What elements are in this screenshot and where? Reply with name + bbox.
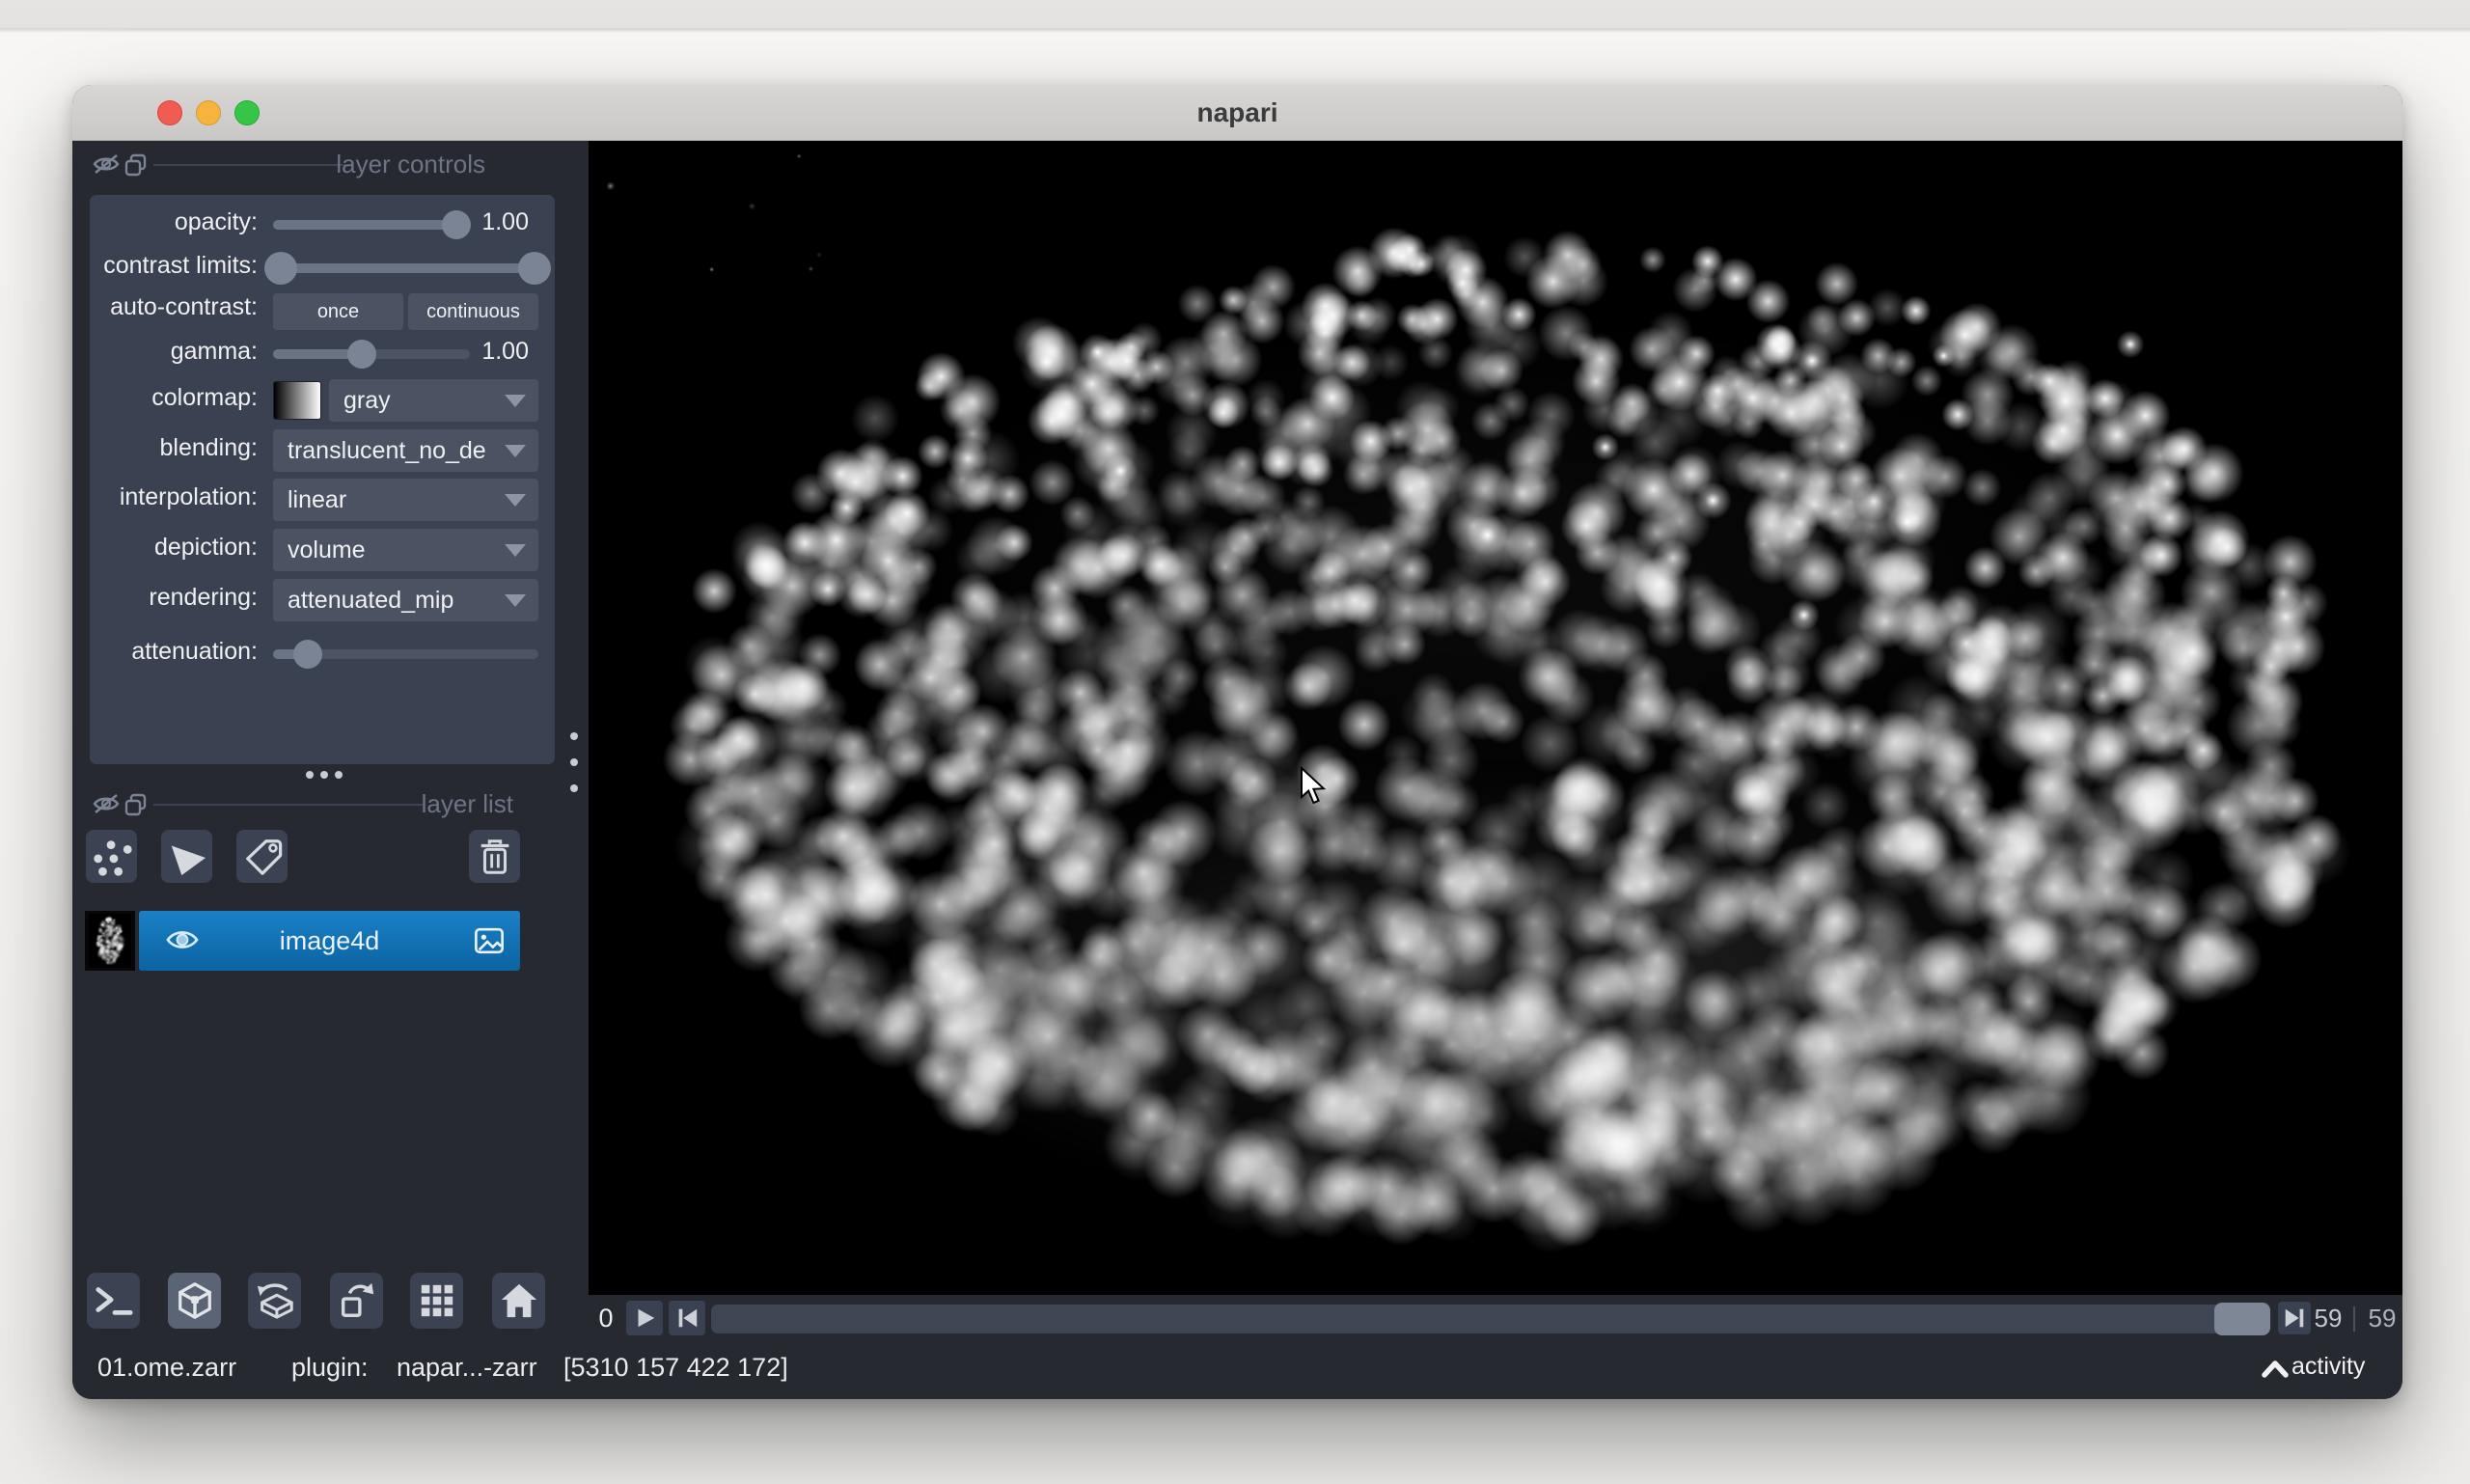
home-button[interactable] — [492, 1273, 545, 1329]
auto-contrast-once-button[interactable]: once — [273, 293, 403, 330]
grid-icon — [421, 1284, 453, 1317]
layer-thumbnail — [85, 911, 135, 971]
dim-current-frame[interactable]: 59 — [2307, 1304, 2349, 1333]
trash-icon — [480, 838, 508, 874]
shapes-icon — [171, 845, 206, 875]
new-shapes-layer-button[interactable] — [161, 830, 212, 883]
skip-start-icon — [678, 1308, 698, 1328]
blending-dropdown[interactable]: translucent_no_de — [273, 429, 538, 472]
play-button[interactable] — [626, 1301, 663, 1335]
chevron-down-icon — [505, 445, 526, 457]
auto-contrast-continuous-button[interactable]: continuous — [408, 293, 538, 330]
gamma-slider[interactable] — [273, 339, 470, 370]
console-icon — [95, 1287, 133, 1315]
gamma-label: gamma: — [170, 338, 258, 365]
contrast-limits-slider[interactable] — [264, 252, 551, 285]
contrast-low-handle[interactable] — [264, 252, 298, 285]
float-panel-icon[interactable] — [124, 153, 148, 177]
dim-slider-thumb[interactable] — [2214, 1303, 2270, 1335]
ndisplay-cube-icon — [178, 1282, 211, 1319]
opacity-label: opacity: — [174, 208, 258, 235]
layer-controls-title: layer controls — [336, 150, 485, 179]
opacity-handle[interactable] — [441, 210, 471, 239]
window-title: napari — [1196, 97, 1278, 127]
dim-frame-divider — [2353, 1306, 2355, 1332]
layer-list-title: layer list — [421, 789, 513, 818]
skip-to-end-button[interactable] — [2278, 1302, 2311, 1334]
viewer-canvas[interactable] — [589, 141, 2402, 1295]
layer-selection-highlight[interactable]: image4d — [139, 911, 520, 971]
hide-panel-icon[interactable] — [92, 152, 121, 176]
gamma-handle[interactable] — [346, 340, 376, 369]
attenuation-slider[interactable] — [273, 639, 538, 670]
auto-contrast-label: auto-contrast: — [110, 293, 258, 320]
interpolation-label: interpolation: — [119, 483, 258, 510]
blending-label: blending: — [159, 434, 258, 461]
opacity-slider[interactable] — [273, 209, 471, 240]
home-icon — [501, 1283, 536, 1318]
skip-end-icon — [2285, 1308, 2304, 1328]
opacity-value: 1.00 — [481, 208, 529, 235]
napari-window: napari layer controls opacity: 1.00 cont… — [72, 85, 2402, 1399]
dim-total-frames: 59 — [2368, 1304, 2397, 1333]
rendering-label: rendering: — [149, 584, 258, 611]
chevron-up-icon[interactable] — [2261, 1359, 2290, 1380]
toggle-ndisplay-button[interactable] — [168, 1273, 221, 1329]
rendering-dropdown[interactable]: attenuated_mip — [273, 579, 538, 621]
skip-to-start-button[interactable] — [669, 1301, 705, 1335]
status-layer-name: 01.ome.zarr — [97, 1353, 237, 1382]
labels-tag-icon — [245, 838, 282, 875]
transpose-dimensions-button[interactable] — [330, 1273, 383, 1329]
console-button[interactable] — [87, 1273, 140, 1329]
interpolation-value: linear — [288, 486, 347, 513]
titlebar: napari — [72, 85, 2402, 141]
attenuation-label: attenuation: — [131, 638, 258, 665]
layer-name: image4d — [279, 926, 380, 955]
depiction-label: depiction: — [153, 534, 258, 561]
attenuation-handle[interactable] — [292, 640, 322, 669]
image-layer-type-icon — [474, 926, 505, 955]
transpose-icon — [341, 1282, 373, 1317]
hide-panel-icon[interactable] — [92, 792, 121, 815]
status-plugin-label: plugin: — [291, 1353, 369, 1382]
float-panel-icon[interactable] — [124, 793, 148, 816]
chevron-down-icon — [505, 544, 526, 557]
layer-row-image4d[interactable]: image4d — [85, 911, 520, 971]
activity-toggle[interactable]: activity — [2292, 1353, 2365, 1381]
app-content: layer controls opacity: 1.00 contrast li… — [72, 141, 2402, 1399]
blending-value: translucent_no_de — [288, 437, 486, 464]
rendering-value: attenuated_mip — [288, 587, 454, 614]
new-labels-layer-button[interactable] — [236, 830, 288, 883]
play-icon — [638, 1308, 655, 1328]
dim-slider-track[interactable] — [711, 1303, 2270, 1335]
mouse-cursor — [1301, 766, 1327, 805]
colormap-gradient-swatch — [273, 381, 321, 420]
chevron-down-icon — [505, 594, 526, 607]
chevron-down-icon — [505, 395, 526, 407]
points-icon — [93, 839, 132, 876]
new-points-layer-button[interactable] — [86, 830, 137, 883]
status-plugin-value: napar...-zarr — [397, 1353, 537, 1382]
colormap-label: colormap: — [151, 384, 258, 411]
gamma-value: 1.00 — [481, 338, 529, 365]
delete-layer-button[interactable] — [469, 830, 520, 883]
colormap-dropdown[interactable]: gray — [329, 379, 538, 422]
roll-dimensions-icon — [257, 1283, 293, 1319]
dim-axis-label: 0 — [598, 1304, 614, 1333]
depiction-value: volume — [288, 536, 366, 563]
depiction-dropdown[interactable]: volume — [273, 529, 538, 571]
status-coordinates: [5310 157 422 172] — [563, 1353, 788, 1382]
contrast-limits-label: contrast limits: — [103, 252, 258, 279]
chevron-down-icon — [505, 494, 526, 507]
contrast-high-handle[interactable] — [517, 252, 551, 285]
interpolation-dropdown[interactable]: linear — [273, 479, 538, 521]
colormap-value: gray — [343, 387, 391, 414]
grid-view-button[interactable] — [410, 1273, 463, 1329]
roll-dimensions-button[interactable] — [248, 1273, 301, 1329]
